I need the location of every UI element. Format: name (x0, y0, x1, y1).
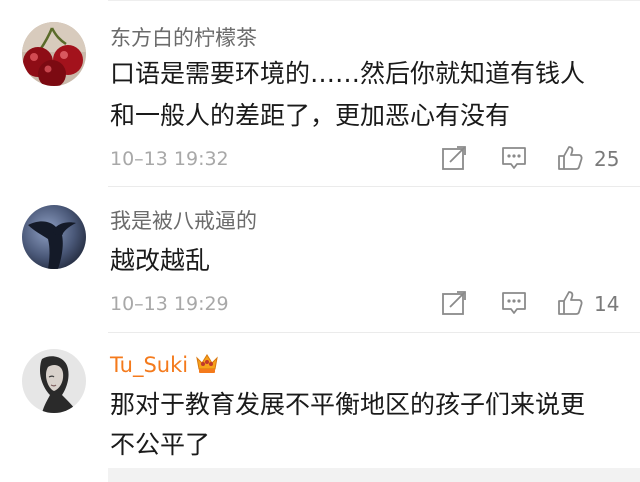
comment-item: 我是被八戒逼的 越改越乱 10–13 19:29 14 (0, 187, 640, 332)
comment-text-line: 越改越乱 (110, 246, 211, 275)
cherries-avatar (22, 22, 86, 86)
timestamp: 10–13 19:29 (110, 293, 229, 315)
timestamp: 10–13 19:32 (110, 148, 229, 170)
like-count: 25 (594, 147, 620, 171)
username[interactable]: 我是被八戒逼的 (110, 207, 257, 235)
portrait-avatar (22, 349, 86, 413)
comment-icon[interactable] (500, 144, 528, 172)
comment-item: 东方白的柠檬茶 口语是需要环境的……然后你就知道有钱人 和一般人的差距了，更加恶… (0, 0, 640, 186)
comment-meta: 10–13 19:29 14 (110, 289, 640, 319)
comment-text-line: 口语是需要环境的……然后你就知道有钱人 (110, 59, 586, 88)
comment-text-line: 不公平了 (110, 430, 211, 459)
comment-list: 东方白的柠檬茶 口语是需要环境的……然后你就知道有钱人 和一般人的差距了，更加恶… (0, 0, 640, 482)
username[interactable]: Tu_Suki (110, 351, 220, 379)
share-icon[interactable] (440, 144, 468, 172)
crown-badge-icon (194, 352, 220, 376)
comment-meta: 10–13 19:32 25 (110, 144, 640, 174)
username-text: Tu_Suki (110, 353, 189, 377)
share-icon[interactable] (440, 289, 468, 317)
thumbs-up-icon[interactable] (556, 289, 584, 317)
thumbs-up-icon[interactable] (556, 144, 584, 172)
user-avatar[interactable] (22, 22, 86, 86)
user-avatar[interactable] (22, 205, 86, 269)
like-count: 14 (594, 292, 620, 316)
comment-text-line: 那对于教育发展不平衡地区的孩子们来说更 (110, 390, 586, 419)
silhouette-avatar (22, 205, 86, 269)
comment-item: Tu_Suki 那对于教育发展不平衡地区的孩子们来说更 不公平了 (0, 333, 640, 482)
reply-preview-bar (108, 468, 640, 482)
username[interactable]: 东方白的柠檬茶 (110, 24, 257, 52)
comment-icon[interactable] (500, 289, 528, 317)
user-avatar[interactable] (22, 349, 86, 413)
comment-text-line: 和一般人的差距了，更加恶心有没有 (110, 101, 511, 130)
